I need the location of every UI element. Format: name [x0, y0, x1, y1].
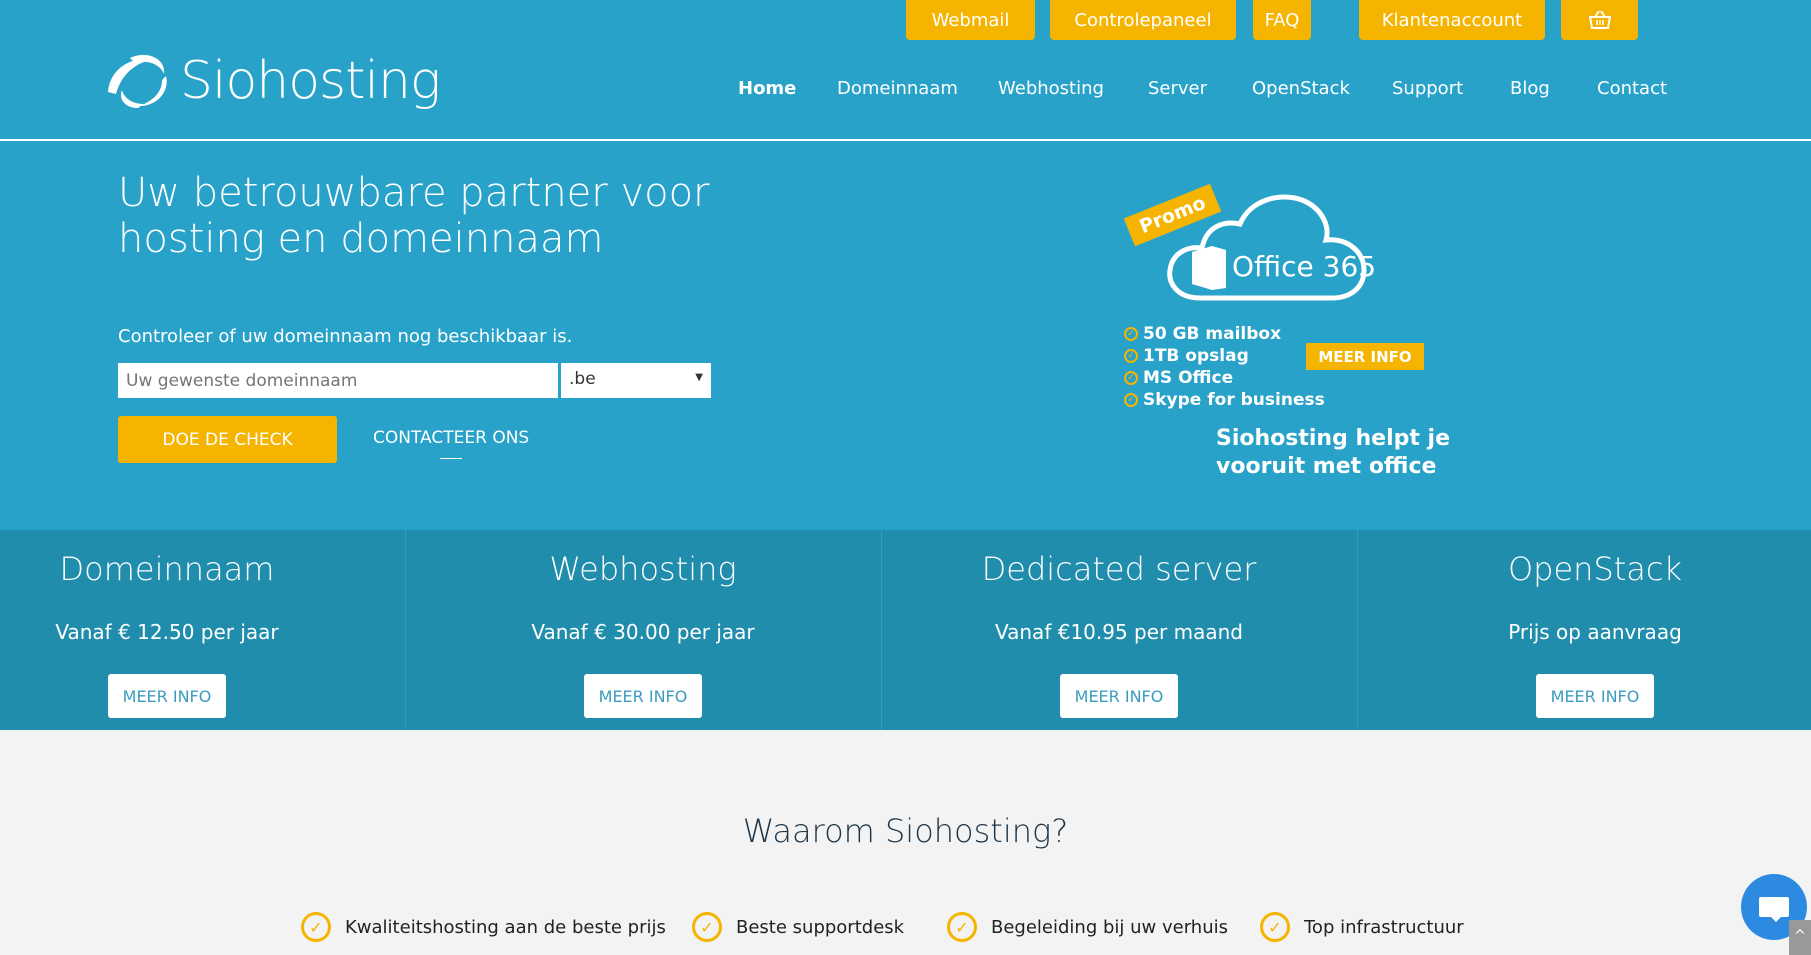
nav-domeinnaam[interactable]: Domeinnaam — [837, 78, 958, 99]
check-circle-icon: ✓ — [692, 912, 722, 942]
swirl-logo-icon — [108, 54, 167, 108]
nav-support[interactable]: Support — [1392, 78, 1463, 99]
check-icon: ✓ — [1124, 393, 1138, 407]
scroll-to-top-button[interactable]: ^ — [1789, 920, 1811, 955]
logo-text: Siohosting — [180, 51, 441, 111]
service-more-info-button[interactable]: MEER INFO — [1060, 674, 1178, 718]
service-price: Vanaf €10.95 per maand — [995, 620, 1243, 644]
promo-slogan: Siohosting helpt je vooruit met office — [1216, 426, 1451, 479]
nav-home[interactable]: Home — [738, 78, 796, 99]
why-title: Waarom Siohosting? — [742, 812, 1069, 850]
chevron-up-icon: ^ — [1794, 928, 1806, 944]
promo-feature: ✓ 50 GB mailbox — [1124, 324, 1281, 344]
why-feature: ✓ Top infrastructuur — [1260, 912, 1464, 942]
check-circle-icon: ✓ — [1260, 912, 1290, 942]
tld-selected: .be — [569, 369, 596, 389]
check-icon: ✓ — [1124, 371, 1138, 385]
nav-openstack[interactable]: OpenStack — [1252, 78, 1350, 99]
klantenaccount-button[interactable]: Klantenaccount — [1359, 0, 1545, 40]
promo-feature: ✓ Skype for business — [1124, 390, 1325, 410]
promo-more-info-button[interactable]: MEER INFO — [1306, 343, 1424, 370]
hero-headline: Uw betrouwbare partner voor hosting en d… — [118, 170, 710, 262]
webmail-button[interactable]: Webmail — [906, 0, 1035, 40]
check-icon: ✓ — [1124, 349, 1138, 363]
header-divider — [0, 139, 1811, 141]
service-dedicated-server: Dedicated server Vanaf €10.95 per maand … — [881, 530, 1357, 730]
service-title: OpenStack — [1507, 550, 1683, 588]
why-feature: ✓ Kwaliteitshosting aan de beste prijs — [301, 912, 666, 942]
faq-button[interactable]: FAQ — [1253, 0, 1311, 40]
promo-feature: ✓ MS Office — [1124, 368, 1233, 388]
service-title: Dedicated server — [981, 550, 1257, 588]
domain-check-label: Controleer of uw domeinnaam nog beschikb… — [118, 326, 573, 347]
dropdown-arrow-icon: ▼ — [695, 372, 703, 383]
office365-text: Office 365 — [1232, 250, 1377, 283]
chat-bubble-icon — [1759, 897, 1789, 922]
service-openstack: OpenStack Prijs op aanvraag MEER INFO — [1357, 530, 1811, 730]
nav-blog[interactable]: Blog — [1510, 78, 1550, 99]
check-circle-icon: ✓ — [301, 912, 331, 942]
domain-input[interactable] — [118, 363, 558, 398]
logo[interactable]: Siohosting — [104, 50, 441, 112]
domain-check-button[interactable]: DOE DE CHECK — [118, 416, 337, 463]
basket-icon — [1588, 10, 1611, 29]
check-circle-icon: ✓ — [947, 912, 977, 942]
nav-server[interactable]: Server — [1148, 78, 1207, 99]
service-more-info-button[interactable]: MEER INFO — [1536, 674, 1654, 718]
nav-contact[interactable]: Contact — [1597, 78, 1667, 99]
service-more-info-button[interactable]: MEER INFO — [584, 674, 702, 718]
service-title: Webhosting — [549, 550, 737, 588]
service-price: Vanaf € 12.50 per jaar — [55, 620, 279, 644]
service-price: Prijs op aanvraag — [1508, 620, 1682, 644]
service-more-info-button[interactable]: MEER INFO — [108, 674, 226, 718]
cart-button[interactable] — [1561, 0, 1638, 40]
check-icon: ✓ — [1124, 327, 1138, 341]
service-webhosting: Webhosting Vanaf € 30.00 per jaar MEER I… — [405, 530, 881, 730]
tld-select[interactable]: .be ▼ — [561, 363, 711, 398]
why-feature: ✓ Beste supportdesk — [692, 912, 904, 942]
service-price: Vanaf € 30.00 per jaar — [531, 620, 755, 644]
contact-underline — [440, 458, 462, 459]
service-title: Domeinnaam — [59, 550, 275, 588]
nav-webhosting[interactable]: Webhosting — [998, 78, 1104, 99]
contact-button[interactable]: CONTACTEER ONS — [373, 428, 529, 448]
promo-feature: ✓ 1TB opslag — [1124, 346, 1249, 366]
why-feature: ✓ Begeleiding bij uw verhuis — [947, 912, 1228, 942]
service-domeinnaam: Domeinnaam Vanaf € 12.50 per jaar MEER I… — [0, 530, 334, 730]
controlepaneel-button[interactable]: Controlepaneel — [1050, 0, 1236, 40]
